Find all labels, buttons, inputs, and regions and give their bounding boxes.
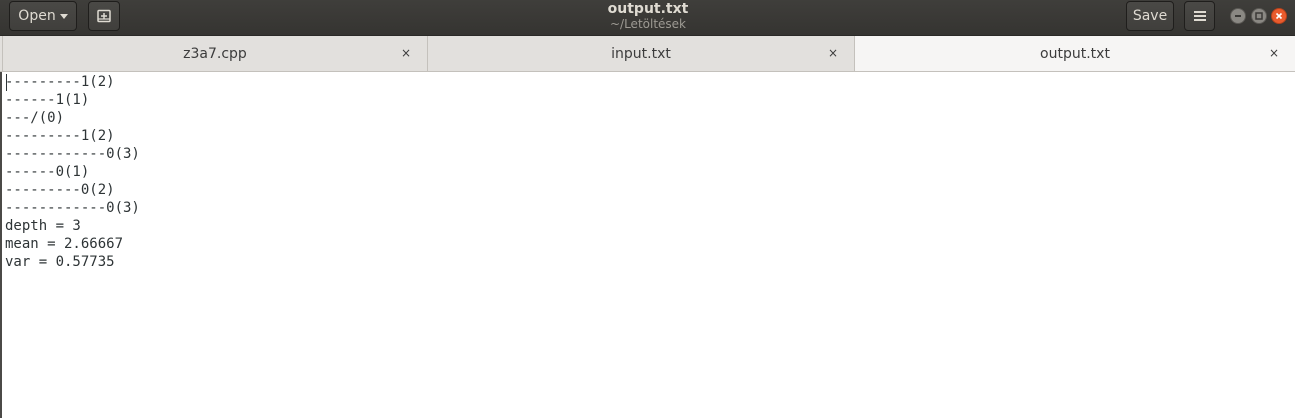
text-line: ------------0(3) (5, 200, 140, 216)
text-line: ---------1(2) (5, 74, 115, 90)
new-document-icon (97, 9, 111, 23)
tab-label: z3a7.cpp (183, 45, 247, 62)
maximize-icon (1255, 12, 1263, 20)
tab-output-txt[interactable]: output.txt × (855, 36, 1295, 71)
hamburger-menu-icon (1193, 11, 1206, 21)
window-subtitle: ~/Letöltések (609, 17, 686, 31)
minimize-icon (1235, 15, 1241, 17)
save-button[interactable]: Save (1126, 1, 1174, 31)
tab-input-txt[interactable]: input.txt × (428, 36, 855, 71)
window-title: output.txt (607, 1, 689, 17)
open-button[interactable]: Open (9, 1, 77, 31)
tab-bar: z3a7.cpp × input.txt × output.txt × (0, 36, 1295, 72)
text-line: ------1(1) (5, 92, 90, 108)
close-icon (1275, 12, 1283, 20)
tab-label: output.txt (1040, 45, 1110, 62)
text-line: ---/(0) (5, 110, 65, 126)
text-line: depth = 3 (5, 218, 81, 234)
tab-z3a7-cpp[interactable]: z3a7.cpp × (2, 36, 428, 71)
gedit-window: Open output.txt ~/Letöltések Save z3a7.c… (0, 0, 1295, 418)
tab-close-icon[interactable]: × (1269, 46, 1279, 60)
close-window-button[interactable] (1271, 8, 1287, 24)
text-line: mean = 2.66667 (5, 236, 124, 252)
text-line: ---------1(2) (5, 128, 115, 144)
text-line: ---------0(2) (5, 182, 115, 198)
header-bar: Open output.txt ~/Letöltések Save (0, 0, 1295, 36)
text-line: ------0(1) (5, 164, 90, 180)
chevron-down-icon (59, 14, 68, 19)
new-document-button[interactable] (88, 1, 120, 31)
tab-close-icon[interactable]: × (828, 46, 838, 60)
tab-label: input.txt (611, 45, 671, 62)
minimize-button[interactable] (1230, 8, 1246, 24)
text-line: var = 0.57735 (5, 254, 115, 270)
text-line: ------------0(3) (5, 146, 140, 162)
text-editor[interactable]: ---------1(2) ------1(1) ---/(0) -------… (0, 72, 1295, 418)
menu-button[interactable] (1184, 1, 1215, 31)
maximize-button[interactable] (1251, 8, 1267, 24)
open-button-label: Open (18, 8, 56, 24)
tab-close-icon[interactable]: × (401, 46, 411, 60)
window-title-area: output.txt ~/Letöltések (448, 0, 848, 31)
